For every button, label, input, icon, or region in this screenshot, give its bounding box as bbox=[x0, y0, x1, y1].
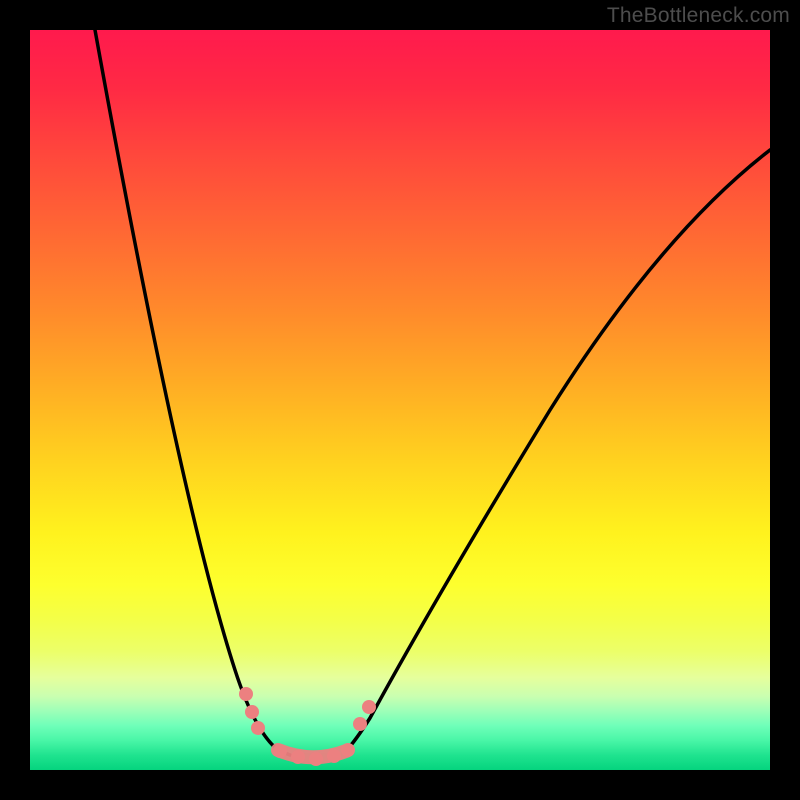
bead-left-2 bbox=[245, 705, 259, 719]
curve-left bbox=[95, 30, 290, 755]
watermark-text: TheBottleneck.com bbox=[607, 4, 790, 28]
bead-left-3 bbox=[251, 721, 265, 735]
bead-right-2 bbox=[362, 700, 376, 714]
curve-right bbox=[346, 150, 770, 751]
bead-bottom-3 bbox=[309, 752, 323, 766]
plot-svg bbox=[30, 30, 770, 770]
bead-right-1 bbox=[353, 717, 367, 731]
chart-frame: TheBottleneck.com bbox=[0, 0, 800, 800]
bead-left-1 bbox=[239, 687, 253, 701]
bead-bottom-5 bbox=[341, 743, 355, 757]
bottleneck-plot bbox=[30, 30, 770, 770]
bead-bottom-2 bbox=[291, 750, 305, 764]
bead-bottom-1 bbox=[273, 744, 287, 758]
bead-bottom-4 bbox=[327, 749, 341, 763]
